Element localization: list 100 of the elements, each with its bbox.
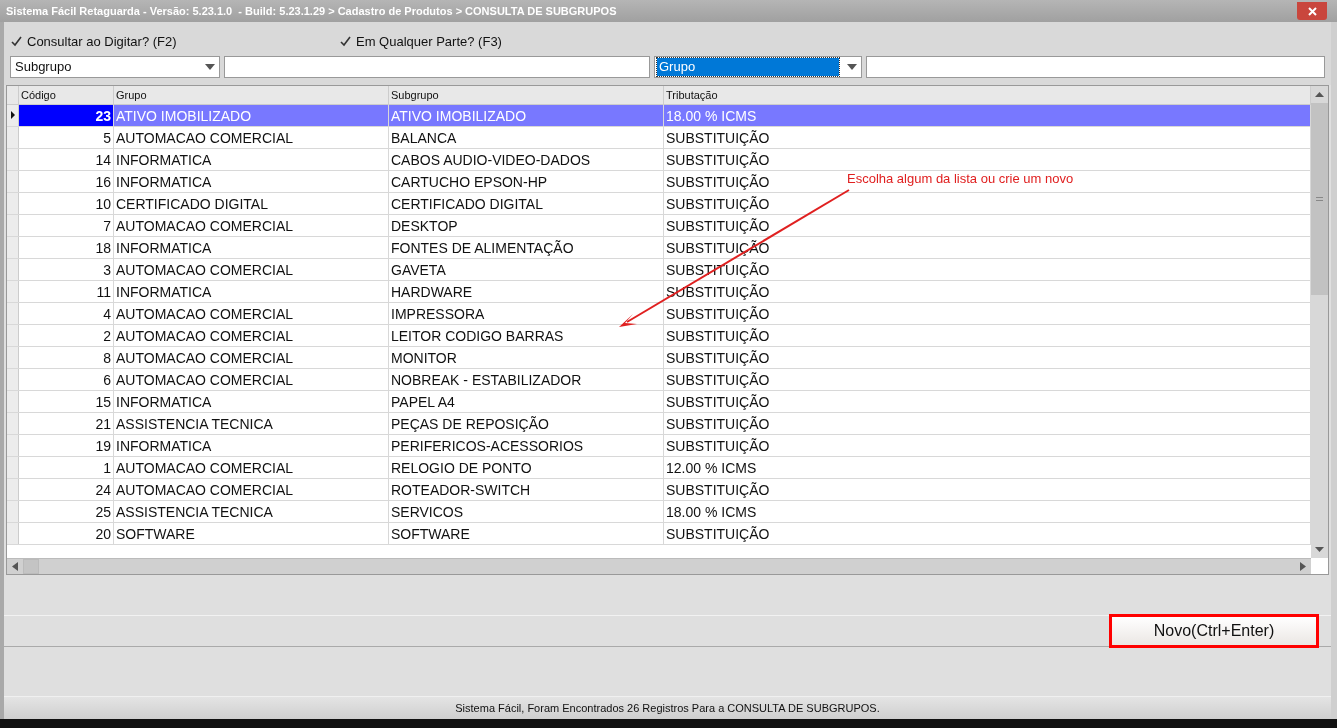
table-cell: ROTEADOR-SWITCH [389,478,664,500]
table-cell: AUTOMACAO COMERCIAL [114,456,389,478]
table-cell: SOFTWARE [389,522,664,544]
status-text: Sistema Fácil, Foram Encontrados 26 Registros Para a CONSULTA DE SUBGRUPOS. [455,700,880,716]
table-row[interactable]: 7 AUTOMACAO COMERCIAL DESKTOP SUBSTITUIÇÃO [7,214,1311,237]
table-cell: ATIVO IMOBILIZADO [389,104,664,126]
table-cell: 20 [19,522,114,544]
table-cell: 14 [19,148,114,170]
table-cell: AUTOMACAO COMERCIAL [114,478,389,500]
dropdown-arrow-icon [847,63,857,70]
dropdown-arrow-icon [205,63,215,70]
table-cell: 10 [19,192,114,214]
table-cell: HARDWARE [389,280,664,302]
table-row[interactable]: 1 AUTOMACAO COMERCIAL RELOGIO DE PONTO 12.00 % ICMS [7,456,1311,479]
checkbox-label: Consultar ao Digitar? (F2) [27,33,177,51]
table-row[interactable]: 14 INFORMATICA CABOS AUDIO-VIDEO-DADOS SUBSTITUIÇÃO [7,148,1311,171]
scroll-thumb[interactable] [1311,102,1328,295]
table-cell: PERIFERICOS-ACESSORIOS [389,434,664,456]
table-cell: INFORMATICA [114,236,389,258]
table-row[interactable]: 10 CERTIFICADO DIGITAL CERTIFICADO DIGITAL SUBSTITUIÇÃO [7,192,1311,215]
table-row[interactable]: 19 INFORMATICA PERIFERICOS-ACESSORIOS SUBSTITUIÇÃO [7,434,1311,457]
table-cell: 5 [19,126,114,148]
table-cell: 1 [19,456,114,478]
table-cell: DESKTOP [389,214,664,236]
window-title: Sistema Fácil Retaguarda - Versão: 5.23.1.0 - Build: 5.23.1.29 > Cadastro de Produtos > CONSULTA DE SUBGRUPOS [6,3,618,19]
table-cell: 3 [19,258,114,280]
table-cell: 24 [19,478,114,500]
table-row[interactable]: 23 ATIVO IMOBILIZADO ATIVO IMOBILIZADO 18.00 % ICMS [7,104,1311,127]
checkbox-label: Em Qualquer Parte? (F3) [356,33,502,51]
table-cell: 7 [19,214,114,236]
new-button[interactable]: Novo(Ctrl+Enter) [1109,613,1319,648]
filter-dropdown[interactable]: Subgrupo [10,55,220,78]
table-cell: 23 [19,104,114,126]
table-cell: INFORMATICA [114,170,389,192]
table-cell: FONTES DE ALIMENTAÇÃO [389,236,664,258]
table-cell: 16 [19,170,114,192]
filter-dropdown[interactable]: Grupo [654,55,862,78]
column-header[interactable]: Subgrupo [389,85,664,104]
table-row[interactable]: 4 AUTOMACAO COMERCIAL IMPRESSORA SUBSTITUIÇÃO [7,302,1311,325]
table-cell: AUTOMACAO COMERCIAL [114,126,389,148]
vertical-scrollbar[interactable] [1311,85,1328,558]
close-icon [1307,6,1317,16]
table-cell: AUTOMACAO COMERCIAL [114,324,389,346]
table-cell: INFORMATICA [114,148,389,170]
table-cell: AUTOMACAO COMERCIAL [114,368,389,390]
table-cell: AUTOMACAO COMERCIAL [114,214,389,236]
table-cell: AUTOMACAO COMERCIAL [114,302,389,324]
table-cell: 2 [19,324,114,346]
table-cell: 21 [19,412,114,434]
table-cell: CARTUCHO EPSON-HP [389,170,664,192]
search-field[interactable] [866,55,1325,78]
table-cell: PEÇAS DE REPOSIÇÃO [389,412,664,434]
table-cell: AUTOMACAO COMERCIAL [114,346,389,368]
table-cell: 11 [19,280,114,302]
table-cell: ATIVO IMOBILIZADO [114,104,389,126]
table-row[interactable]: 8 AUTOMACAO COMERCIAL MONITOR SUBSTITUIÇÃO [7,346,1311,369]
close-button[interactable] [1297,2,1327,20]
table-cell: BALANCA [389,126,664,148]
table-cell: CABOS AUDIO-VIDEO-DADOS [389,148,664,170]
table-cell: INFORMATICA [114,280,389,302]
table-cell: 19 [19,434,114,456]
table-cell: INFORMATICA [114,434,389,456]
checkbox[interactable] [10,35,23,49]
scroll-up-icon [1315,91,1324,97]
table-row[interactable]: 2 AUTOMACAO COMERCIAL LEITOR CODIGO BARRAS SUBSTITUIÇÃO [7,324,1311,347]
column-header[interactable]: Grupo [114,85,389,104]
table-row[interactable]: 15 INFORMATICA PAPEL A4 SUBSTITUIÇÃO [7,390,1311,413]
table-cell: AUTOMACAO COMERCIAL [114,258,389,280]
table-row[interactable]: 21 ASSISTENCIA TECNICA PEÇAS DE REPOSIÇÃO SUBSTITUIÇÃO [7,412,1311,435]
table-cell: SERVICOS [389,500,664,522]
scroll-thumb[interactable] [23,558,39,574]
table-cell: SOFTWARE [114,522,389,544]
table-cell: PAPEL A4 [389,390,664,412]
row-pointer-icon [10,111,15,119]
table-cell: 6 [19,368,114,390]
table-cell: 15 [19,390,114,412]
table-row[interactable]: 5 AUTOMACAO COMERCIAL BALANCA SUBSTITUIÇÃO [7,126,1311,149]
row-indicator[interactable] [7,104,19,126]
table-cell: MONITOR [389,346,664,368]
checkbox[interactable] [339,35,352,49]
table-cell: CERTIFICADO DIGITAL [114,192,389,214]
table-cell: GAVETA [389,258,664,280]
table-row[interactable]: 20 SOFTWARE SOFTWARE SUBSTITUIÇÃO [7,522,1311,545]
table-cell: 25 [19,500,114,522]
table-cell: CERTIFICADO DIGITAL [389,192,664,214]
column-header[interactable]: Código [19,85,114,104]
horizontal-scrollbar[interactable] [7,557,1311,574]
table-cell: 4 [19,302,114,324]
scroll-down-icon [1315,546,1324,552]
table-cell: RELOGIO DE PONTO [389,456,664,478]
table-cell: ASSISTENCIA TECNICA [114,412,389,434]
table-row[interactable]: 24 AUTOMACAO COMERCIAL ROTEADOR-SWITCH SUBSTITUIÇÃO [7,478,1311,501]
annotation-text: Escolha algum da lista ou crie um novo [847,169,1074,188]
table-row[interactable]: 25 ASSISTENCIA TECNICA SERVICOS 18.00 % ICMS [7,500,1311,523]
table-row[interactable]: 6 AUTOMACAO COMERCIAL NOBREAK - ESTABILIZADOR SUBSTITUIÇÃO [7,368,1311,391]
table-cell: 18 [19,236,114,258]
search-field[interactable] [224,55,650,78]
table-cell: ASSISTENCIA TECNICA [114,500,389,522]
table-cell: INFORMATICA [114,390,389,412]
table-cell: 8 [19,346,114,368]
